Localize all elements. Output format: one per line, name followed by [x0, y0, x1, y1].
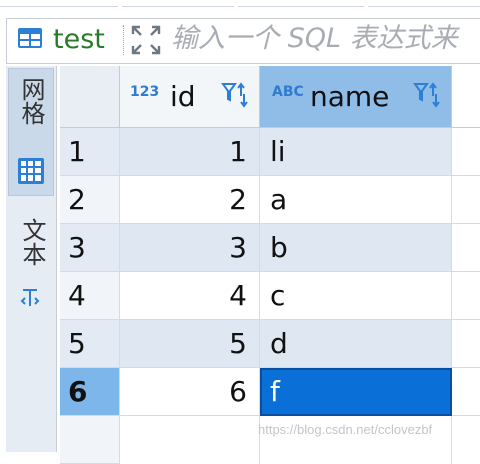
row-number[interactable]: 3: [60, 224, 120, 272]
row-number[interactable]: 5: [60, 320, 120, 368]
cell-name[interactable]: b: [260, 224, 452, 272]
column-header-label: id: [170, 80, 196, 113]
watermark: https://blog.csdn.net/cclovezbf: [258, 422, 433, 437]
empty-cell: [120, 416, 260, 464]
row-filler: [452, 320, 480, 368]
cell-name-selected[interactable]: f: [260, 368, 452, 416]
cell-id[interactable]: 5: [120, 320, 260, 368]
row-filler: [452, 128, 480, 176]
text-type-badge: ABC: [272, 84, 304, 100]
header-filler: [452, 66, 480, 128]
filter-toolbar: test 输入一个 SQL 表达式来: [6, 18, 480, 64]
toolbar-separator: [123, 25, 124, 55]
text-icon: [20, 289, 40, 306]
filter-sort-icon[interactable]: [412, 80, 442, 110]
cell-id[interactable]: 6: [120, 368, 260, 416]
row-number[interactable]: 1: [60, 128, 120, 176]
table-name: test: [53, 24, 105, 55]
cell-id[interactable]: 2: [120, 176, 260, 224]
column-header-name[interactable]: ABC name: [260, 66, 452, 128]
text-view-label: 文本: [18, 218, 46, 266]
grid-view-tab[interactable]: 网格: [8, 68, 54, 196]
row-filler: [452, 368, 480, 416]
top-tab-strip: [0, 0, 480, 10]
view-mode-sidebar: 网格 文本: [6, 66, 57, 452]
cell-id[interactable]: 4: [120, 272, 260, 320]
row-number-selected[interactable]: 6: [60, 368, 120, 416]
expand-icon[interactable]: [129, 23, 163, 57]
row-filler: [452, 176, 480, 224]
grid-icon: [18, 158, 44, 184]
header-corner[interactable]: [60, 66, 120, 128]
numeric-type-badge: 123: [130, 84, 160, 100]
empty-row-number: [60, 416, 120, 464]
table-icon: [18, 28, 42, 48]
cell-name[interactable]: d: [260, 320, 452, 368]
row-filler: [452, 224, 480, 272]
cell-id[interactable]: 3: [120, 224, 260, 272]
row-filler: [452, 272, 480, 320]
filter-sort-icon[interactable]: [220, 80, 250, 110]
sql-filter-input[interactable]: 输入一个 SQL 表达式来: [171, 24, 458, 54]
cell-name[interactable]: a: [260, 176, 452, 224]
column-header-id[interactable]: 123 id: [120, 66, 260, 128]
grid-view-label: 网格: [17, 77, 45, 125]
cell-id[interactable]: 1: [120, 128, 260, 176]
cell-name[interactable]: c: [260, 272, 452, 320]
cell-name[interactable]: li: [260, 128, 452, 176]
row-number[interactable]: 4: [60, 272, 120, 320]
row-number[interactable]: 2: [60, 176, 120, 224]
column-header-label: name: [310, 80, 390, 113]
